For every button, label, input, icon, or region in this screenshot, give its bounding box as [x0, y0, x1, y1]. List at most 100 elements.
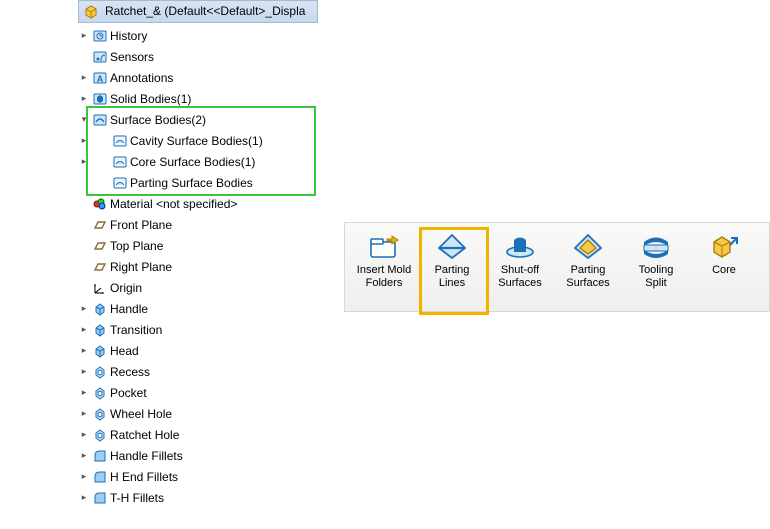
- plane-icon: [92, 259, 108, 275]
- expander-icon[interactable]: ▸: [78, 30, 90, 42]
- expander-icon[interactable]: ▸: [78, 366, 90, 378]
- expander-icon[interactable]: ▸: [78, 408, 90, 420]
- solid-bodies-icon: [92, 91, 108, 107]
- tree-item-label: Core Surface Bodies(1): [128, 155, 255, 169]
- toolbar-button[interactable]: Core: [693, 229, 755, 307]
- tree-item-label: T-H Fillets: [108, 491, 164, 505]
- origin-icon: [92, 280, 108, 296]
- tree-item-label: Wheel Hole: [108, 407, 172, 421]
- parting-lines-icon: [435, 232, 469, 262]
- tree-item[interactable]: Top Plane: [78, 235, 318, 256]
- expander-icon[interactable]: ▸: [78, 345, 90, 357]
- tree-item[interactable]: ▸Solid Bodies(1): [78, 88, 318, 109]
- expander-icon[interactable]: ▾: [78, 114, 90, 126]
- toolbar-button[interactable]: Tooling Split: [625, 229, 687, 307]
- tree-item-label: Parting Surface Bodies: [128, 176, 253, 190]
- expander-icon: [78, 261, 90, 273]
- tree-item-label: Recess: [108, 365, 150, 379]
- tree-item[interactable]: ▸ Head: [78, 340, 318, 361]
- cut-feature-icon: [92, 385, 108, 401]
- tree-item[interactable]: ▸ Core Surface Bodies(1): [78, 151, 318, 172]
- expander-icon[interactable]: ▸: [78, 387, 90, 399]
- tree-item[interactable]: ▸H End Fillets: [78, 466, 318, 487]
- feature-icon: [92, 343, 108, 359]
- toolbar-button-label: Insert Mold Folders: [356, 264, 412, 306]
- tree-item[interactable]: ▸ Pocket: [78, 382, 318, 403]
- toolbar-button-label: Core: [712, 264, 736, 306]
- expander-icon: [78, 219, 90, 231]
- tree-item[interactable]: ▸ History: [78, 25, 318, 46]
- expander-icon: [78, 240, 90, 252]
- tree-item-label: Transition: [108, 323, 162, 337]
- tree-item-label: Handle Fillets: [108, 449, 183, 463]
- toolbar-button[interactable]: Shut-off Surfaces: [489, 229, 551, 307]
- tree-item[interactable]: ▸Annotations: [78, 67, 318, 88]
- toolbar-button[interactable]: Parting Surfaces: [557, 229, 619, 307]
- tree-item-label: Material <not specified>: [108, 197, 237, 211]
- tree-item[interactable]: Parting Surface Bodies: [78, 172, 318, 193]
- tree-item[interactable]: Origin: [78, 277, 318, 298]
- expander-icon[interactable]: ▸: [78, 324, 90, 336]
- parting-surfaces-icon: [571, 232, 605, 262]
- tree-item[interactable]: Right Plane: [78, 256, 318, 277]
- tree-item-label: Top Plane: [108, 239, 163, 253]
- expander-icon[interactable]: ▸: [78, 303, 90, 315]
- tree-item[interactable]: ▸ Recess: [78, 361, 318, 382]
- cut-feature-icon: [92, 427, 108, 443]
- cut-feature-icon: [92, 364, 108, 380]
- annotations-icon: [92, 70, 108, 86]
- toolbar-button[interactable]: Parting Lines: [421, 229, 483, 307]
- expander-icon[interactable]: ▸: [78, 450, 90, 462]
- expander-icon[interactable]: ▸: [78, 471, 90, 483]
- toolbar-button-label: Parting Surfaces: [560, 264, 616, 306]
- history-icon: [92, 28, 108, 44]
- tooling-split-icon: [639, 232, 673, 262]
- tree-item-label: Surface Bodies(2): [108, 113, 206, 127]
- toolbar-button[interactable]: Insert Mold Folders: [353, 229, 415, 307]
- shutoff-surfaces-icon: [503, 232, 537, 262]
- tree-item[interactable]: Material <not specified>: [78, 193, 318, 214]
- tree-item-label: Cavity Surface Bodies(1): [128, 134, 263, 148]
- sensors-icon: [92, 49, 108, 65]
- tree-item[interactable]: Sensors: [78, 46, 318, 67]
- fillet-icon: [92, 469, 108, 485]
- core-icon: [707, 232, 741, 262]
- fillet-icon: [92, 448, 108, 464]
- expander-icon[interactable]: ▸: [78, 156, 90, 168]
- expander-icon[interactable]: ▸: [78, 492, 90, 504]
- cut-feature-icon: [92, 406, 108, 422]
- tree-item-label: Right Plane: [108, 260, 172, 274]
- tree-item-label: Head: [108, 344, 139, 358]
- tree-item[interactable]: ▸ Handle Fillets: [78, 445, 318, 466]
- feature-icon: [92, 301, 108, 317]
- tree-header-title: Ratchet_& (Default<<Default>_Displa: [103, 1, 305, 22]
- tree-item-label: Front Plane: [108, 218, 172, 232]
- expander-icon[interactable]: ▸: [78, 135, 90, 147]
- expander-icon[interactable]: ▸: [78, 429, 90, 441]
- tree-item-label: Pocket: [108, 386, 147, 400]
- part-icon: [83, 4, 99, 20]
- tree-item[interactable]: ▸Ratchet Hole: [78, 424, 318, 445]
- tree-item[interactable]: ▸Handle: [78, 298, 318, 319]
- tree-header[interactable]: Ratchet_& (Default<<Default>_Displa: [78, 0, 318, 23]
- plane-icon: [92, 217, 108, 233]
- surface-body-sub-icon: [112, 175, 128, 191]
- surface-bodies-icon: [92, 112, 108, 128]
- tree-item[interactable]: ▸ Cavity Surface Bodies(1): [78, 130, 318, 151]
- tree-item-label: Sensors: [108, 50, 154, 64]
- tree-item[interactable]: ▸ Transition: [78, 319, 318, 340]
- expander-icon[interactable]: ▸: [78, 72, 90, 84]
- toolbar-button-label: Shut-off Surfaces: [492, 264, 548, 306]
- feature-icon: [92, 322, 108, 338]
- tree-item[interactable]: ▸ Wheel Hole: [78, 403, 318, 424]
- surface-body-sub-icon: [112, 133, 128, 149]
- expander-icon[interactable]: ▸: [78, 93, 90, 105]
- tree-item[interactable]: ▸ T-H Fillets: [78, 487, 318, 508]
- expander-icon: [78, 198, 90, 210]
- expander-icon: [78, 51, 90, 63]
- material-icon: [92, 196, 108, 212]
- tree-item-label: History: [108, 29, 147, 43]
- tree-item[interactable]: ▾ Surface Bodies(2): [78, 109, 318, 130]
- tree-item[interactable]: Front Plane: [78, 214, 318, 235]
- expander-icon: [78, 177, 90, 189]
